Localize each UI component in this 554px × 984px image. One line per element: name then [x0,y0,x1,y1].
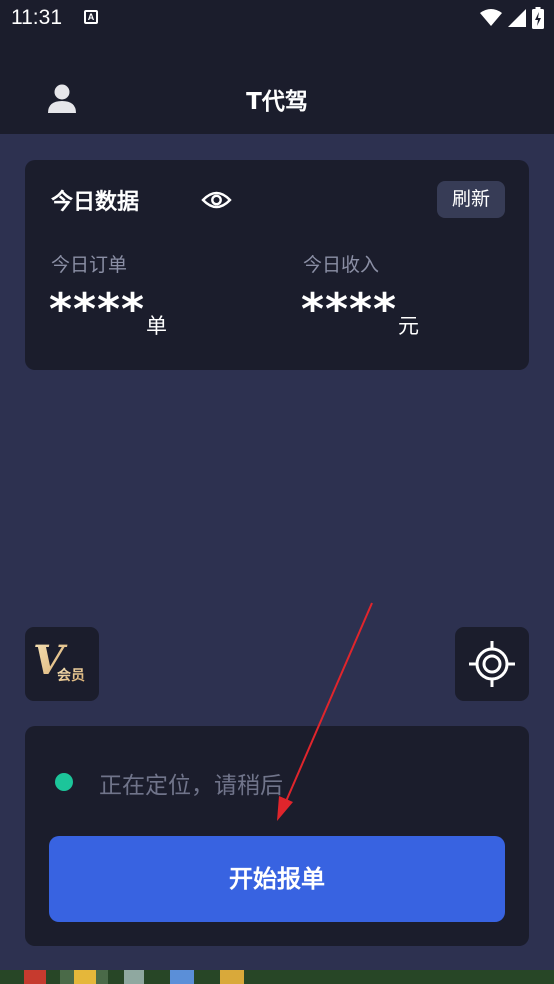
locate-button[interactable] [455,627,529,701]
taskbar-strip [0,970,554,984]
taskbar-app-icon[interactable] [170,970,194,984]
app-header: T代驾 [0,38,554,134]
start-order-button[interactable]: 开始报单 [49,836,505,922]
signal-icon [508,9,526,27]
refresh-button[interactable]: 刷新 [437,181,505,218]
notification-icon: A [84,10,98,24]
location-status-dot [55,773,73,791]
svg-text:会员: 会员 [57,667,85,684]
stats-title: 今日数据 [51,190,140,215]
orders-value: **** [49,284,146,335]
page-title: T代驾 [246,89,308,115]
orders-label: 今日订单 [51,254,128,276]
order-action-card: 正在定位，请稍后 开始报单 [25,726,529,946]
status-bar: 11:31 A [0,0,554,38]
income-value: **** [301,284,398,335]
battery-icon [532,7,544,29]
taskbar-app-icon[interactable] [74,970,96,984]
location-status-text: 正在定位，请稍后 [99,773,283,799]
orders-unit: 单 [146,314,167,338]
status-icons [480,7,544,29]
taskbar-app-icon[interactable] [220,970,244,984]
status-time: 11:31 [11,6,62,29]
vip-logo-icon: V 会员 [33,637,85,684]
crosshair-icon [469,641,515,687]
today-stats-card: 今日数据 刷新 今日订单 **** 单 今日收入 **** 元 [25,160,529,370]
taskbar-app-icon[interactable] [24,970,46,984]
vip-member-button[interactable]: V 会员 [25,627,99,701]
income-unit: 元 [398,314,419,338]
wifi-icon [480,9,502,26]
income-label: 今日收入 [303,254,380,276]
taskbar-app-icon[interactable] [124,970,144,984]
eye-icon[interactable] [201,189,232,211]
